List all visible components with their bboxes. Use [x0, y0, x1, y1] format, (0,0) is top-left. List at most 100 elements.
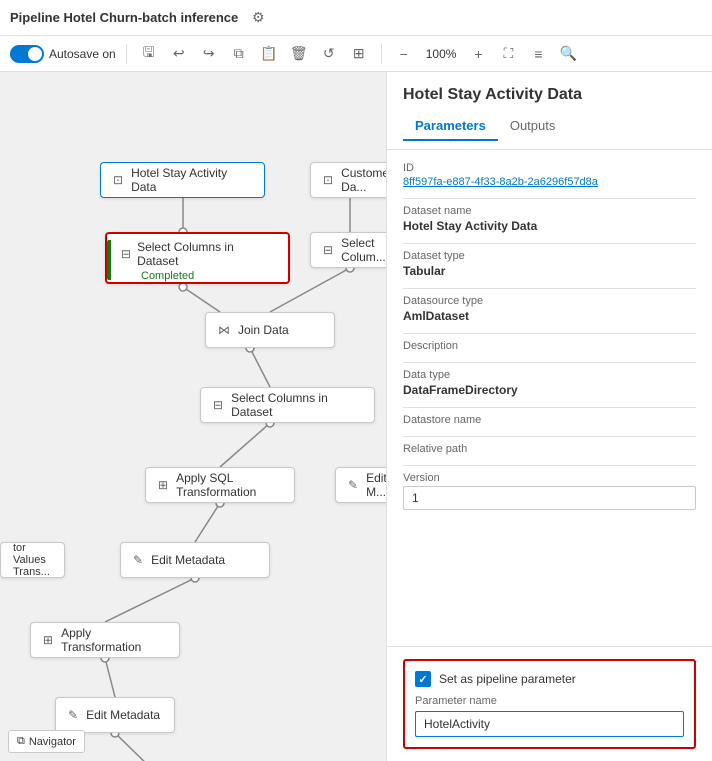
select-cols-icon: ⊟: [121, 247, 131, 261]
node-indicator[interactable]: tor Values Trans...: [0, 542, 65, 578]
edit-m-label: Edit M...: [366, 471, 386, 499]
search-button[interactable]: 🔍: [556, 42, 580, 66]
panel-tabs: Parameters Outputs: [403, 112, 696, 141]
edit-meta-2-label: Edit Metadata: [86, 708, 160, 722]
param-name-input[interactable]: [415, 711, 684, 737]
autosave-toggle-group: Autosave on: [10, 45, 116, 63]
pipeline-title: Pipeline Hotel Churn-batch inference: [10, 10, 238, 25]
panel-title: Hotel Stay Activity Data: [403, 86, 696, 104]
divider: [403, 288, 696, 289]
node-hotel-stay[interactable]: ⊡ Hotel Stay Activity Data: [100, 162, 265, 198]
fit-button[interactable]: ⛶: [496, 42, 520, 66]
node-edit-metadata-1[interactable]: ✎ Edit Metadata: [120, 542, 270, 578]
tab-outputs[interactable]: Outputs: [498, 112, 568, 141]
toolbar: Autosave on 🖫 ↩ ↪ ⧉ 📋 🗑 ↺ ⊞ − 100% + ⛶ ≡…: [0, 36, 712, 72]
pipeline-param-label: Set as pipeline parameter: [439, 672, 576, 686]
id-label: ID: [403, 162, 696, 174]
paste-button[interactable]: 📋: [257, 42, 281, 66]
panel-bottom: Set as pipeline parameter Parameter name: [387, 646, 712, 761]
version-label: Version: [403, 472, 696, 484]
edit-meta-icon-1: ✎: [133, 553, 143, 567]
select-cols-icon-2: ⊟: [323, 243, 333, 257]
navigator-label: Navigator: [29, 736, 76, 748]
field-description: Description: [403, 340, 696, 352]
field-relative-path: Relative path: [403, 443, 696, 455]
layout-button[interactable]: ≡: [526, 42, 550, 66]
pipeline-param-checkbox[interactable]: [415, 671, 431, 687]
hotel-stay-label: Hotel Stay Activity Data: [131, 166, 252, 194]
node-select-cols-1[interactable]: ⊟ Select Columns in Dataset Completed: [105, 232, 290, 284]
data-type-value: DataFrameDirectory: [403, 383, 696, 397]
panel-content: ID 8ff597fa-e887-4f33-8a2b-2a6296f57d8a …: [387, 150, 712, 646]
node-join-data[interactable]: ⋈ Join Data: [205, 312, 335, 348]
save-button[interactable]: 🖫: [137, 42, 161, 66]
set-pipeline-param-row: Set as pipeline parameter: [415, 671, 684, 687]
copy-button[interactable]: ⧉: [227, 42, 251, 66]
divider: [403, 243, 696, 244]
tab-parameters[interactable]: Parameters: [403, 112, 498, 141]
node-apply-transformation[interactable]: ⊞ Apply Transformation: [30, 622, 180, 658]
main-layout: ⊡ Hotel Stay Activity Data ⊡ Customer Da…: [0, 72, 712, 761]
pipeline-param-section: Set as pipeline parameter Parameter name: [403, 659, 696, 749]
refresh-button[interactable]: ↺: [317, 42, 341, 66]
version-input[interactable]: [403, 486, 696, 510]
divider: [403, 333, 696, 334]
completed-indicator: [107, 240, 111, 280]
field-dataset-name: Dataset name Hotel Stay Activity Data: [403, 205, 696, 233]
completed-text: Completed: [141, 270, 194, 282]
dataset-name-label: Dataset name: [403, 205, 696, 217]
autosave-toggle[interactable]: [10, 45, 44, 63]
edit-meta-icon-2: ✎: [68, 708, 78, 722]
gear-button[interactable]: ⚙: [246, 6, 270, 30]
datastore-name-label: Datastore name: [403, 414, 696, 426]
divider: [403, 436, 696, 437]
redo-button[interactable]: ↪: [197, 42, 221, 66]
select-cols-icon-3: ⊟: [213, 398, 223, 412]
dataset-icon: ⊡: [113, 173, 123, 187]
field-version: Version: [403, 472, 696, 510]
apply-sql-label: Apply SQL Transformation: [176, 471, 282, 499]
delete-button[interactable]: 🗑: [287, 42, 311, 66]
relative-path-label: Relative path: [403, 443, 696, 455]
zoom-out-button[interactable]: −: [392, 42, 416, 66]
node-apply-sql[interactable]: ⊞ Apply SQL Transformation: [145, 467, 295, 503]
id-value: 8ff597fa-e887-4f33-8a2b-2a6296f57d8a: [403, 176, 696, 188]
customer-data-label: Customer Da...: [341, 166, 386, 194]
node-edit-m[interactable]: ✎ Edit M...: [335, 467, 386, 503]
apply-trans-label: Apply Transformation: [61, 626, 167, 654]
divider: [403, 465, 696, 466]
pipeline-canvas: ⊡ Hotel Stay Activity Data ⊡ Customer Da…: [0, 72, 386, 761]
description-label: Description: [403, 340, 696, 352]
data-type-label: Data type: [403, 369, 696, 381]
zoom-in-button[interactable]: +: [466, 42, 490, 66]
divider-1: [126, 44, 127, 64]
datasource-type-label: Datasource type: [403, 295, 696, 307]
select-cols-2-label: Select Colum...: [341, 236, 386, 264]
right-panel: Hotel Stay Activity Data Parameters Outp…: [386, 72, 712, 761]
autosave-label: Autosave on: [49, 47, 116, 61]
apply-trans-icon: ⊞: [43, 633, 53, 647]
dataset-icon-2: ⊡: [323, 173, 333, 187]
field-dataset-type: Dataset type Tabular: [403, 250, 696, 278]
join-icon: ⋈: [218, 323, 230, 337]
undo-button[interactable]: ↩: [167, 42, 191, 66]
divider: [403, 198, 696, 199]
node-customer-data[interactable]: ⊡ Customer Da...: [310, 162, 386, 198]
field-id: ID 8ff597fa-e887-4f33-8a2b-2a6296f57d8a: [403, 162, 696, 188]
divider: [403, 407, 696, 408]
dataset-type-value: Tabular: [403, 264, 696, 278]
panel-header: Hotel Stay Activity Data Parameters Outp…: [387, 72, 712, 150]
param-name-label: Parameter name: [415, 695, 684, 707]
settings-button[interactable]: ⊞: [347, 42, 371, 66]
navigator-icon: ⧉: [17, 735, 25, 748]
field-datasource-type: Datasource type AmlDataset: [403, 295, 696, 323]
node-edit-metadata-2[interactable]: ✎ Edit Metadata: [55, 697, 175, 733]
zoom-level: 100%: [422, 47, 461, 61]
join-data-label: Join Data: [238, 323, 289, 337]
node-select-cols-2[interactable]: ⊟ Select Colum...: [310, 232, 386, 268]
datasource-type-value: AmlDataset: [403, 309, 696, 323]
node-select-cols-3[interactable]: ⊟ Select Columns in Dataset: [200, 387, 375, 423]
navigator-button[interactable]: ⧉ Navigator: [8, 730, 85, 753]
canvas-area[interactable]: ⊡ Hotel Stay Activity Data ⊡ Customer Da…: [0, 72, 386, 761]
select-cols-1-label: Select Columns in Dataset: [137, 240, 278, 268]
